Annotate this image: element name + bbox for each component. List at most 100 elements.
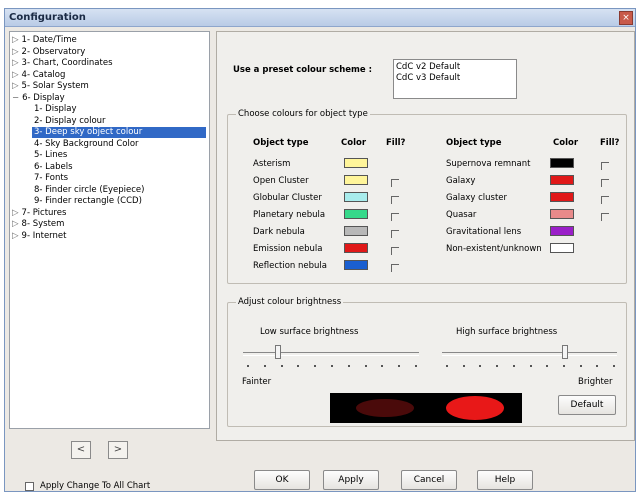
tree-item[interactable]: 9- Finder rectangle (CCD): [34, 196, 142, 207]
tree-item[interactable]: ▷ 3- Chart, Coordinates: [12, 58, 113, 69]
object-type-header-right: Object type: [446, 138, 502, 148]
window-title: Configuration: [9, 12, 86, 23]
low-brightness-preview-ellipse: [356, 399, 414, 417]
prev-page-button[interactable]: <: [71, 441, 91, 459]
fill-checkbox[interactable]: [601, 196, 609, 204]
slider-tick: [381, 365, 384, 367]
apply-button[interactable]: Apply: [323, 470, 379, 490]
tree-item[interactable]: −6- Display: [12, 93, 65, 104]
expand-icon[interactable]: ▷: [12, 47, 19, 57]
settings-tree[interactable]: ▷ 1- Date/Time ▷ 2- Observatory ▷ 3- Chart, C…: [9, 31, 210, 429]
slider-tick: [415, 365, 417, 367]
fill-checkbox[interactable]: [391, 230, 399, 238]
slider-tick: [331, 365, 333, 367]
low-brightness-slider-track[interactable]: [243, 352, 419, 356]
tree-item[interactable]: ▷ 5- Solar System: [12, 81, 89, 92]
object-type-label: Galaxy: [446, 176, 476, 186]
tree-item-label: 3- Chart, Coordinates: [21, 58, 113, 68]
object-type-label: Globular Cluster: [253, 193, 322, 203]
next-page-button[interactable]: >: [108, 441, 128, 459]
color-swatch[interactable]: [344, 243, 368, 253]
expand-icon[interactable]: ▷: [12, 219, 19, 229]
expand-icon[interactable]: ▷: [12, 58, 19, 68]
apply-all-checkbox[interactable]: [25, 482, 34, 491]
title-bar: Configuration ×: [5, 9, 635, 27]
tree-item[interactable]: ▷ 8- System: [12, 219, 64, 230]
color-swatch[interactable]: [550, 209, 574, 219]
fill-checkbox[interactable]: [391, 264, 399, 272]
settings-panel: Use a preset colour scheme : CdC v2 Defa…: [216, 31, 635, 441]
brightness-group: Adjust colour brightness Low surface bri…: [227, 297, 627, 427]
object-type-label: Emission nebula: [253, 244, 323, 254]
expand-icon[interactable]: ▷: [12, 208, 19, 218]
object-type-label: Non-existent/unknown: [446, 244, 542, 254]
collapse-icon[interactable]: −: [12, 93, 19, 103]
help-button[interactable]: Help: [477, 470, 533, 490]
default-button[interactable]: Default: [558, 395, 616, 415]
ok-button[interactable]: OK: [254, 470, 310, 490]
color-header-right: Color: [553, 138, 579, 148]
tree-item[interactable]: ▷ 7- Pictures: [12, 208, 66, 219]
brighter-label: Brighter: [578, 377, 613, 387]
tree-item[interactable]: 8- Finder circle (Eyepiece): [34, 185, 144, 196]
slider-tick: [596, 365, 599, 367]
tree-item[interactable]: ▷ 9- Internet: [12, 231, 66, 242]
brightness-preview: [330, 393, 522, 423]
low-brightness-slider-thumb[interactable]: [275, 345, 282, 359]
tree-item[interactable]: ▷ 1- Date/Time: [12, 35, 77, 46]
tree-item-label: 1- Display: [34, 104, 77, 114]
apply-all-label: Apply Change To All Chart: [40, 481, 151, 491]
color-swatch[interactable]: [550, 226, 574, 236]
tree-item-label: 9- Finder rectangle (CCD): [34, 196, 142, 206]
fill-checkbox[interactable]: [391, 196, 399, 204]
preset-scheme-list[interactable]: CdC v2 Default CdC v3 Default: [393, 59, 517, 99]
tree-item-label: 7- Fonts: [34, 173, 69, 183]
tree-item[interactable]: 5- Lines: [34, 150, 67, 161]
color-swatch[interactable]: [344, 209, 368, 219]
cancel-button[interactable]: Cancel: [401, 470, 457, 490]
tree-item[interactable]: 4- Sky Background Color: [34, 139, 139, 150]
object-type-label: Gravitational lens: [446, 227, 522, 237]
expand-icon[interactable]: ▷: [12, 70, 19, 80]
fill-checkbox[interactable]: [391, 247, 399, 255]
fill-checkbox[interactable]: [601, 162, 609, 170]
high-brightness-slider-track[interactable]: [442, 352, 617, 356]
color-swatch[interactable]: [344, 175, 368, 185]
slider-tick: [280, 365, 283, 367]
expand-icon[interactable]: ▷: [12, 35, 19, 45]
fill-checkbox[interactable]: [391, 179, 399, 187]
color-swatch[interactable]: [344, 158, 368, 168]
tree-item[interactable]: 1- Display: [34, 104, 77, 115]
fill-checkbox[interactable]: [391, 213, 399, 221]
tree-item[interactable]: 7- Fonts: [34, 173, 68, 184]
expand-icon[interactable]: ▷: [12, 81, 19, 91]
tree-item-label: 3- Deep sky object colour: [34, 127, 143, 137]
expand-icon[interactable]: ▷: [12, 231, 19, 241]
tree-item-label: 9- Internet: [21, 230, 67, 241]
fainter-label: Fainter: [242, 377, 272, 387]
object-type-label: Galaxy cluster: [446, 193, 508, 203]
object-type-label: Reflection nebula: [253, 261, 327, 271]
color-swatch[interactable]: [550, 192, 574, 202]
tree-item[interactable]: 6- Labels: [34, 162, 73, 173]
color-swatch[interactable]: [344, 226, 368, 236]
color-swatch[interactable]: [344, 260, 368, 270]
tree-item[interactable]: 3- Deep sky object colour: [32, 127, 206, 138]
high-brightness-slider-thumb[interactable]: [561, 345, 568, 359]
fill-checkbox[interactable]: [601, 213, 609, 221]
color-swatch[interactable]: [550, 175, 574, 185]
close-icon[interactable]: ×: [619, 11, 633, 25]
preset-option[interactable]: CdC v2 Default: [396, 62, 460, 72]
color-swatch[interactable]: [344, 192, 368, 202]
fill-checkbox[interactable]: [601, 179, 609, 187]
high-brightness-label: High surface brightness: [456, 327, 558, 337]
object-type-header-left: Object type: [253, 138, 309, 148]
tree-item[interactable]: ▷ 2- Observatory: [12, 47, 85, 58]
tree-item[interactable]: 2- Display colour: [34, 116, 106, 127]
color-swatch[interactable]: [550, 243, 574, 253]
color-swatch[interactable]: [550, 158, 574, 168]
preset-option[interactable]: CdC v3 Default: [396, 73, 460, 83]
tree-item-label: 6- Labels: [34, 161, 73, 172]
tree-item[interactable]: ▷ 4- Catalog: [12, 70, 65, 81]
object-type-label: Planetary nebula: [253, 210, 326, 220]
